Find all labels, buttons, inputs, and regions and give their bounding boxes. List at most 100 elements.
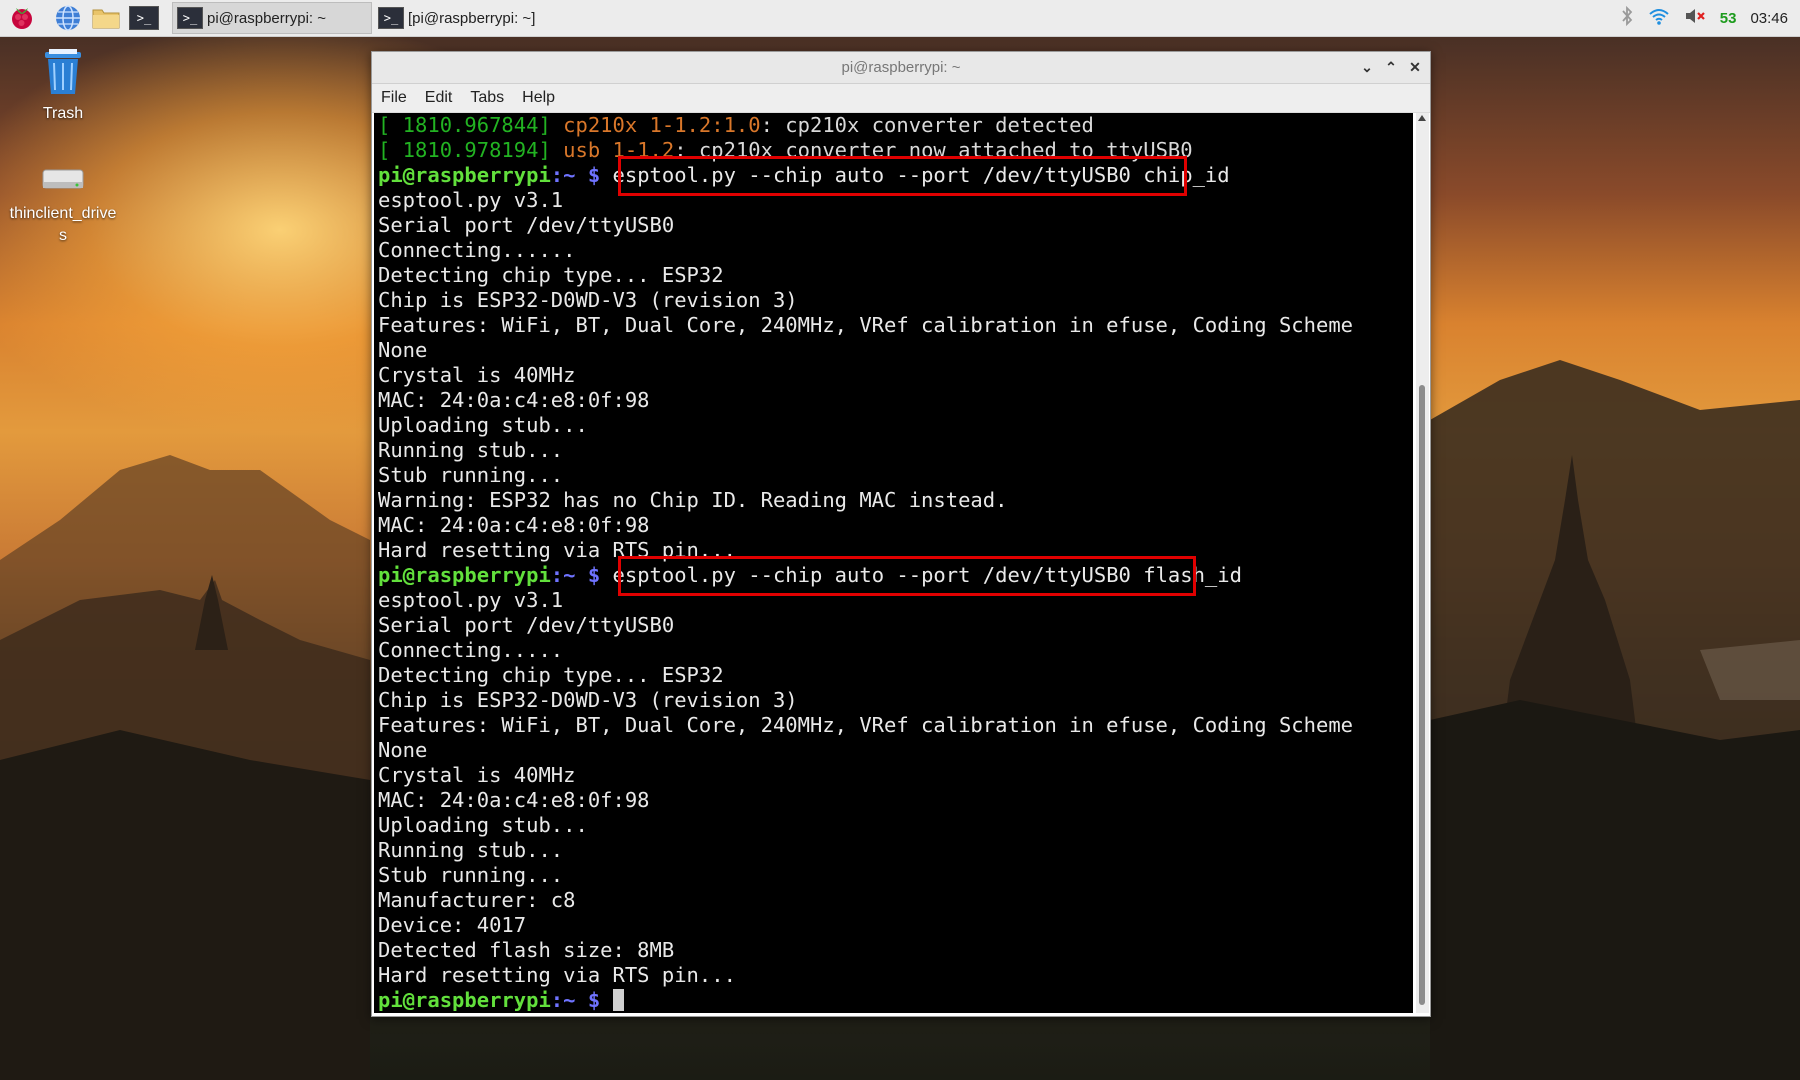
terminal-line: Chip is ESP32-D0WD-V3 (revision 3) [378, 688, 1353, 713]
output-text: Hard resetting via RTS pin... [378, 963, 736, 987]
terminal-line: MAC: 24:0a:c4:e8:0f:98 [378, 388, 1353, 413]
terminal-line: Connecting..... [378, 638, 1353, 663]
output-text: Manufacturer: c8 [378, 888, 576, 912]
output-text: Features: WiFi, BT, Dual Core, 240MHz, V… [378, 313, 1354, 337]
menubar: File Edit Tabs Help [372, 84, 1430, 113]
task-label: [pi@raspberrypi: ~] [408, 9, 536, 27]
output-text: Serial port /dev/ttyUSB0 [378, 613, 675, 637]
kernel-timestamp: [ 1810.967844] [378, 113, 564, 137]
output-text: Warning: ESP32 has no Chip ID. Reading M… [378, 488, 1008, 512]
terminal-line: Serial port /dev/ttyUSB0 [378, 613, 1353, 638]
highlight-box-chip-id [618, 156, 1187, 196]
terminal-line: Stub running... [378, 863, 1353, 888]
desktop-icon-label: thinclient_drives [9, 205, 117, 244]
wifi-icon[interactable] [1648, 6, 1670, 30]
output-text: None [378, 738, 428, 762]
window-titlebar[interactable]: pi@raspberrypi: ~ ⌄ ⌃ ✕ [372, 52, 1430, 84]
terminal-line: Chip is ESP32-D0WD-V3 (revision 3) [378, 288, 1353, 313]
terminal-icon: >_ [177, 7, 203, 29]
menu-help[interactable]: Help [522, 89, 555, 107]
terminal-line: Uploading stub... [378, 413, 1353, 438]
desktop-icon-drive[interactable]: thinclient_drives [8, 160, 118, 247]
prompt-user: pi@raspberrypi [378, 163, 551, 187]
desktop-icon-trash[interactable]: Trash [8, 46, 118, 125]
output-text: esptool.py v3.1 [378, 588, 564, 612]
output-text: Chip is ESP32-D0WD-V3 (revision 3) [378, 688, 798, 712]
output-text: Stub running... [378, 463, 564, 487]
output-text: Crystal is 40MHz [378, 363, 576, 387]
output-text: Detected flash size: 8MB [378, 938, 675, 962]
terminal-line: Detected flash size: 8MB [378, 938, 1353, 963]
terminal-line: Stub running... [378, 463, 1353, 488]
output-text: Crystal is 40MHz [378, 763, 576, 787]
output-text: Chip is ESP32-D0WD-V3 (revision 3) [378, 288, 798, 312]
window-title: pi@raspberrypi: ~ [841, 59, 961, 76]
task-terminal-inactive[interactable]: >_ [pi@raspberrypi: ~] [374, 2, 574, 34]
prompt-user: pi@raspberrypi [378, 563, 551, 587]
terminal-line: None [378, 338, 1353, 363]
output-text: Uploading stub... [378, 813, 588, 837]
kernel-message: : cp210x converter detected [760, 113, 1094, 137]
terminal-line: Hard resetting via RTS pin... [378, 963, 1353, 988]
output-text: esptool.py v3.1 [378, 188, 564, 212]
terminal-output[interactable]: [ 1810.967844] cp210x 1-1.2:1.0: cp210x … [374, 113, 1413, 1013]
text-cursor [612, 989, 624, 1011]
prompt-path: :~ $ [550, 563, 601, 587]
output-text: None [378, 338, 428, 362]
prompt-path: :~ $ [550, 988, 601, 1012]
menu-file[interactable]: File [381, 89, 407, 107]
bluetooth-icon[interactable] [1620, 5, 1634, 31]
output-text: Detecting chip type... ESP32 [378, 663, 724, 687]
cpu-usage: 53 [1719, 9, 1737, 27]
output-text: Connecting...... [378, 238, 576, 262]
output-text: Stub running... [378, 863, 564, 887]
menu-tabs[interactable]: Tabs [470, 89, 504, 107]
trash-icon [45, 49, 81, 94]
system-tray: 53 03:46 [1620, 0, 1788, 36]
drive-icon [42, 169, 84, 189]
output-text: Features: WiFi, BT, Dual Core, 240MHz, V… [378, 713, 1354, 737]
scrollbar-thumb[interactable] [1419, 385, 1425, 1005]
close-icon[interactable]: ✕ [1408, 59, 1422, 75]
raspberry-menu-icon[interactable] [4, 0, 40, 36]
menu-edit[interactable]: Edit [425, 89, 453, 107]
scroll-up-icon[interactable] [1418, 115, 1426, 121]
task-terminal-active[interactable]: >_ pi@raspberrypi: ~ [172, 2, 372, 34]
terminal-line: Connecting...... [378, 238, 1353, 263]
terminal-line: Manufacturer: c8 [378, 888, 1353, 913]
terminal-line: MAC: 24:0a:c4:e8:0f:98 [378, 513, 1353, 538]
output-text: Connecting..... [378, 638, 564, 662]
output-text: MAC: 24:0a:c4:e8:0f:98 [378, 513, 650, 537]
output-text: Running stub... [378, 838, 564, 862]
terminal-line: Serial port /dev/ttyUSB0 [378, 213, 1353, 238]
terminal-line: [ 1810.967844] cp210x 1-1.2:1.0: cp210x … [378, 113, 1353, 138]
terminal-scrollbar[interactable] [1416, 113, 1429, 1013]
terminal-line: Crystal is 40MHz [378, 763, 1353, 788]
terminal-line: pi@raspberrypi:~ $ [378, 988, 1353, 1013]
maximize-icon[interactable]: ⌃ [1384, 59, 1398, 75]
web-browser-icon[interactable] [50, 0, 86, 36]
terminal-icon: >_ [378, 7, 404, 29]
terminal-line: Running stub... [378, 438, 1353, 463]
output-text: Device: 4017 [378, 913, 527, 937]
volume-muted-icon[interactable] [1684, 7, 1706, 29]
highlight-box-flash-id [618, 556, 1196, 596]
clock[interactable]: 03:46 [1750, 10, 1788, 27]
terminal-line: Features: WiFi, BT, Dual Core, 240MHz, V… [378, 313, 1353, 338]
terminal-line: Features: WiFi, BT, Dual Core, 240MHz, V… [378, 713, 1353, 738]
terminal-line: None [378, 738, 1353, 763]
output-text: Serial port /dev/ttyUSB0 [378, 213, 675, 237]
terminal-line: MAC: 24:0a:c4:e8:0f:98 [378, 788, 1353, 813]
terminal-line: Crystal is 40MHz [378, 363, 1353, 388]
terminal-line: Running stub... [378, 838, 1353, 863]
minimize-icon[interactable]: ⌄ [1360, 59, 1374, 75]
terminal-launcher-icon[interactable]: >_ [126, 0, 162, 36]
terminal-line: Device: 4017 [378, 913, 1353, 938]
kernel-device: cp210x 1-1.2:1.0 [563, 113, 761, 137]
terminal-line: Uploading stub... [378, 813, 1353, 838]
file-manager-icon[interactable] [88, 0, 124, 36]
output-text: Uploading stub... [378, 413, 588, 437]
output-text: Detecting chip type... ESP32 [378, 263, 724, 287]
task-label: pi@raspberrypi: ~ [207, 9, 327, 27]
terminal-line: Detecting chip type... ESP32 [378, 263, 1353, 288]
